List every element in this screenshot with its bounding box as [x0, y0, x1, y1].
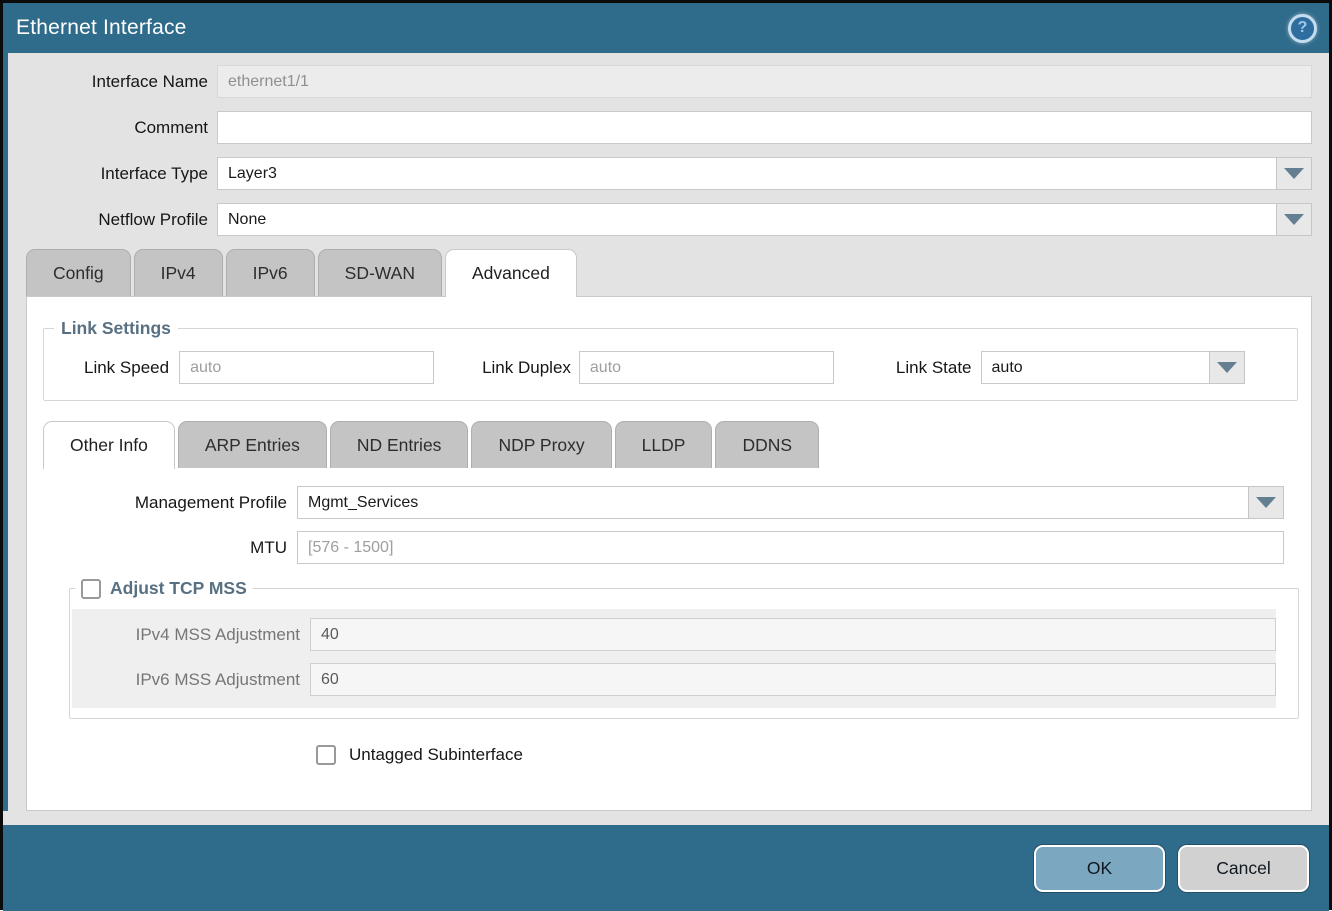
interface-name-label: Interface Name [12, 72, 208, 92]
ipv6-mss-field [310, 663, 1276, 696]
link-state-dropdown[interactable] [981, 351, 1236, 384]
netflow-profile-dropdown[interactable] [217, 203, 1312, 236]
netflow-profile-dropdown-button[interactable] [1276, 203, 1312, 236]
adjust-tcp-mss-legend-text: Adjust TCP MSS [110, 578, 247, 599]
tab-nd-entries[interactable]: ND Entries [330, 421, 469, 468]
link-settings-group: Link Settings Link Speed Link Duplex Lin… [43, 318, 1298, 401]
help-icon-glyph: ? [1298, 19, 1308, 37]
netflow-profile-label: Netflow Profile [12, 210, 208, 230]
ipv4-mss-label: IPv4 MSS Adjustment [72, 625, 300, 645]
link-speed-label: Link Speed [84, 358, 169, 378]
main-tabs: Config IPv4 IPv6 SD-WAN Advanced [26, 249, 1312, 296]
mtu-label: MTU [27, 538, 287, 558]
ipv6-mss-label: IPv6 MSS Adjustment [72, 670, 300, 690]
interface-type-row: Interface Type [12, 157, 1312, 190]
interface-type-label: Interface Type [12, 164, 208, 184]
comment-field[interactable] [217, 111, 1312, 144]
comment-row: Comment [12, 111, 1312, 144]
link-speed-field[interactable] [179, 351, 434, 384]
interface-type-dropdown[interactable] [217, 157, 1312, 190]
netflow-profile-value[interactable] [217, 203, 1276, 236]
help-icon[interactable]: ? [1288, 14, 1317, 43]
tab-config[interactable]: Config [26, 249, 131, 296]
untagged-subinterface-row: Untagged Subinterface [316, 745, 1311, 765]
link-settings-legend: Link Settings [54, 318, 178, 339]
adjust-tcp-mss-group: Adjust TCP MSS IPv4 MSS Adjustment IPv6 … [69, 578, 1299, 719]
link-state-dropdown-button[interactable] [1209, 351, 1245, 384]
ipv6-mss-row: IPv6 MSS Adjustment [72, 663, 1276, 696]
dialog-title: Ethernet Interface [16, 16, 187, 40]
interface-name-row: Interface Name [12, 65, 1312, 98]
mss-disabled-block: IPv4 MSS Adjustment IPv6 MSS Adjustment [72, 609, 1276, 708]
dialog-body: Interface Name Comment Interface Type Ne… [3, 53, 1329, 811]
management-profile-label: Management Profile [27, 493, 287, 513]
tab-arp-entries[interactable]: ARP Entries [178, 421, 327, 468]
ipv4-mss-row: IPv4 MSS Adjustment [72, 618, 1276, 651]
tab-lldp[interactable]: LLDP [615, 421, 713, 468]
ipv4-mss-field [310, 618, 1276, 651]
untagged-subinterface-checkbox[interactable] [316, 745, 336, 765]
mtu-field[interactable] [297, 531, 1284, 564]
advanced-tab-panel: Link Settings Link Speed Link Duplex Lin… [26, 296, 1312, 811]
link-duplex-field[interactable] [579, 351, 834, 384]
tab-advanced[interactable]: Advanced [445, 249, 577, 297]
interface-type-value[interactable] [217, 157, 1276, 190]
tab-ndp-proxy[interactable]: NDP Proxy [471, 421, 611, 468]
tab-sdwan[interactable]: SD-WAN [318, 249, 442, 296]
tab-ipv4[interactable]: IPv4 [134, 249, 223, 296]
management-profile-value[interactable] [297, 486, 1248, 519]
link-settings-legend-text: Link Settings [61, 318, 171, 339]
cancel-button[interactable]: Cancel [1178, 845, 1309, 892]
interface-type-dropdown-button[interactable] [1276, 157, 1312, 190]
link-state-label: Link State [896, 358, 972, 378]
tab-ipv6[interactable]: IPv6 [226, 249, 315, 296]
chevron-down-icon [1284, 168, 1304, 179]
tab-ddns[interactable]: DDNS [715, 421, 819, 468]
tab-other-info[interactable]: Other Info [43, 421, 175, 469]
adjust-tcp-mss-checkbox[interactable] [81, 579, 101, 599]
link-state-value[interactable] [981, 351, 1209, 384]
chevron-down-icon [1284, 214, 1304, 225]
chevron-down-icon [1256, 497, 1276, 508]
management-profile-row: Management Profile [27, 486, 1284, 519]
adjust-tcp-mss-legend: Adjust TCP MSS [75, 578, 253, 599]
titlebar: Ethernet Interface ? [3, 3, 1329, 53]
interface-name-field [217, 65, 1312, 98]
chevron-down-icon [1217, 362, 1237, 373]
other-info-content: Management Profile MTU [27, 486, 1311, 765]
ethernet-interface-dialog: Ethernet Interface ? Interface Name Comm… [0, 0, 1332, 910]
management-profile-dropdown-button[interactable] [1248, 486, 1284, 519]
mtu-row: MTU [27, 531, 1284, 564]
management-profile-dropdown[interactable] [297, 486, 1284, 519]
inner-tabs: Other Info ARP Entries ND Entries NDP Pr… [43, 421, 1311, 468]
ok-button[interactable]: OK [1034, 845, 1165, 892]
comment-label: Comment [12, 118, 208, 138]
dialog-footer: OK Cancel [3, 825, 1329, 911]
link-duplex-label: Link Duplex [482, 358, 571, 378]
untagged-subinterface-label: Untagged Subinterface [349, 745, 523, 765]
netflow-profile-row: Netflow Profile [12, 203, 1312, 236]
link-settings-row: Link Speed Link Duplex Link State [44, 351, 1297, 384]
